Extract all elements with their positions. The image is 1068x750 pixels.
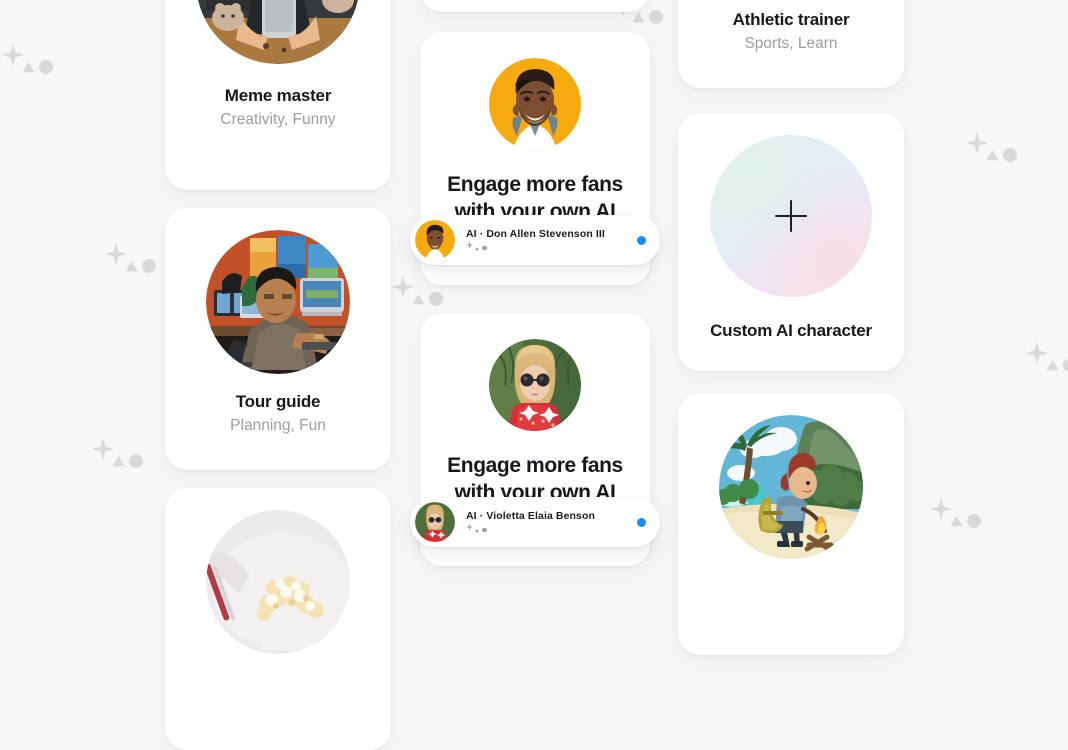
sparkle-star-icon bbox=[92, 438, 114, 460]
sparkle-triangle-icon bbox=[632, 11, 645, 23]
sparkle-triangle-icon bbox=[412, 293, 425, 305]
status-dot bbox=[637, 517, 646, 527]
beach-camper-avatar bbox=[719, 415, 863, 559]
meme-master-avatar bbox=[196, 0, 360, 64]
card-meme-master[interactable]: Meme master Creativity, Funny bbox=[165, 0, 391, 190]
sparkle-cluster-top-right bbox=[966, 132, 1026, 172]
sparkle-triangle-icon bbox=[986, 149, 999, 161]
card-beach-camper[interactable] bbox=[678, 393, 904, 655]
sparkle-triangle-icon bbox=[112, 455, 125, 467]
sparkle-cluster-bottom-right bbox=[930, 498, 990, 538]
card-tags: Creativity, Funny bbox=[220, 111, 336, 129]
card-title: Meme master bbox=[224, 86, 332, 105]
card-title: Custom AI character bbox=[710, 321, 872, 340]
badge-don-allen[interactable]: AI · Don Allen Stevenson III bbox=[410, 215, 660, 265]
sparkle-dot-icon bbox=[39, 60, 53, 74]
sparkle-star-icon bbox=[105, 243, 127, 265]
sparkle-triangle-icon bbox=[22, 61, 35, 73]
card-tags: Sports, Learn bbox=[744, 35, 838, 53]
promo-headline-line1: Engage more fans bbox=[447, 454, 623, 477]
card-title: Athletic trainer bbox=[732, 10, 850, 29]
sparkle-dot-icon bbox=[142, 259, 156, 273]
plus-icon bbox=[775, 200, 807, 232]
ai-sparkle-icon bbox=[466, 523, 496, 535]
sparkle-cluster-mid-left bbox=[105, 243, 165, 283]
sparkle-cluster-top-left bbox=[2, 44, 62, 84]
badge-label: AI · Violetta Elaia Benson bbox=[466, 509, 596, 522]
badge-violetta[interactable]: AI · Violetta Elaia Benson bbox=[410, 497, 660, 547]
sparkle-star-icon bbox=[930, 498, 952, 520]
sparkle-dot-icon bbox=[1063, 358, 1068, 372]
card-tour-guide[interactable]: Tour guide Planning, Fun bbox=[165, 208, 391, 470]
ai-sparkle-icon bbox=[466, 241, 496, 253]
card-custom-ai-character[interactable]: Custom AI character bbox=[678, 113, 904, 371]
sparkle-dot-icon bbox=[129, 454, 143, 468]
badge-label: AI · Don Allen Stevenson III bbox=[466, 227, 605, 240]
don-allen-avatar bbox=[489, 58, 581, 150]
sparkle-dot-icon bbox=[429, 292, 443, 306]
card-athletic-trainer[interactable]: Athletic trainer Sports, Learn bbox=[678, 0, 904, 88]
sparkle-cluster-right-lower bbox=[1026, 342, 1068, 382]
character-gallery: Meme master Creativity, Funny Tour guide… bbox=[0, 0, 1068, 750]
sparkle-triangle-icon bbox=[125, 260, 138, 272]
sparkle-dot-icon bbox=[967, 514, 981, 528]
badge-avatar bbox=[415, 220, 455, 260]
custom-character-gradient-disc bbox=[710, 135, 872, 297]
badge-text: AI · Don Allen Stevenson III bbox=[466, 228, 605, 253]
popcorn-avatar bbox=[206, 510, 350, 654]
badge-text: AI · Violetta Elaia Benson bbox=[466, 510, 595, 535]
sparkle-star-icon bbox=[2, 44, 24, 66]
promo-headline-line1: Engage more fans bbox=[447, 173, 623, 196]
sparkle-star-icon bbox=[966, 132, 988, 154]
card-tags: Planning, Fun bbox=[230, 417, 326, 435]
violetta-avatar bbox=[489, 339, 581, 431]
tour-guide-avatar bbox=[206, 230, 350, 374]
card-popcorn[interactable] bbox=[165, 488, 391, 750]
sparkle-triangle-icon bbox=[1046, 359, 1059, 371]
badge-avatar bbox=[415, 502, 455, 542]
sparkle-triangle-icon bbox=[950, 515, 963, 527]
status-dot bbox=[637, 235, 646, 245]
sparkle-dot-icon bbox=[1003, 148, 1017, 162]
sparkle-dot-icon bbox=[649, 10, 663, 24]
card-promo-clipped-top[interactable] bbox=[420, 0, 650, 12]
sparkle-star-icon bbox=[1026, 342, 1048, 364]
sparkle-star-icon bbox=[392, 276, 414, 298]
card-title: Tour guide bbox=[235, 392, 321, 411]
sparkle-cluster-bottom-left bbox=[92, 438, 152, 478]
